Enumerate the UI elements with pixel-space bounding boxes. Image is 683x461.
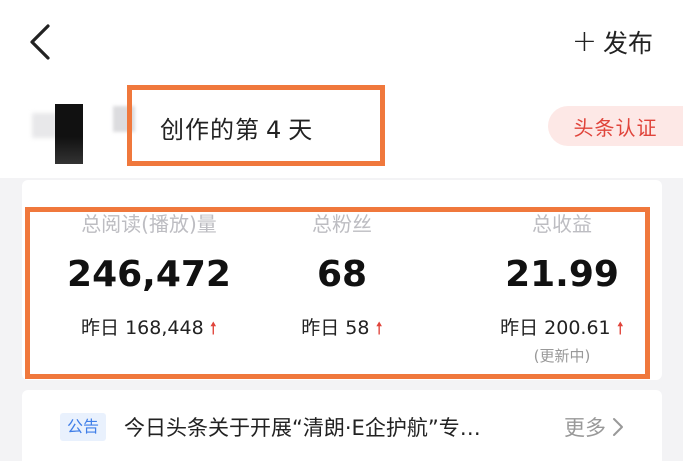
back-button[interactable] (26, 22, 56, 62)
yesterday-label: 昨日 (81, 317, 120, 339)
stat-yesterday: 昨日 168,448 🠕 (44, 313, 254, 345)
stat-yesterday: 昨日 200.61 🠕 (457, 313, 667, 345)
notice-tag: 公告 (60, 413, 107, 441)
arrow-up-icon: 🠕 (209, 319, 217, 339)
yesterday-value: 168,448 (125, 317, 204, 339)
notice-bar[interactable]: 公告 今日头条关于开展“清朗·E企护航”专… 更多 (22, 390, 662, 461)
stat-value: 246,472 (67, 254, 231, 295)
arrow-up-icon: 🠕 (375, 319, 383, 339)
days-number: 4 (266, 116, 283, 144)
publish-button[interactable]: + 发布 (572, 24, 653, 60)
stat-value: 21.99 (505, 254, 619, 295)
plus-icon: + (571, 24, 597, 59)
arrow-up-icon: 🠕 (616, 319, 624, 339)
yesterday-value: 200.61 (544, 317, 611, 339)
yesterday-label: 昨日 (500, 317, 539, 339)
top-bar: + 发布 (0, 0, 683, 88)
updating-note: (更新中) (533, 347, 591, 365)
yesterday-value: 58 (345, 317, 370, 339)
stat-label: 总收益 (532, 212, 592, 236)
chevron-right-icon (613, 418, 623, 436)
verify-badge[interactable]: 头条认证 (548, 106, 683, 146)
yesterday-label: 昨日 (301, 317, 340, 339)
stat-label: 总阅读(播放)量 (81, 212, 217, 236)
stat-yesterday: 昨日 58 🠕 (237, 313, 447, 345)
username-redacted (113, 106, 135, 132)
days-suffix: 天 (288, 116, 314, 144)
stats-card: 总阅读(播放)量 246,472 昨日 168,448 🠕 总粉丝 68 昨日 5… (22, 180, 662, 380)
stat-label: 总粉丝 (312, 212, 372, 236)
stat-value: 68 (316, 254, 368, 295)
profile-row: 创作的第 4 天 头条认证 (0, 88, 683, 178)
avatar-blur (32, 113, 57, 138)
creation-days-text: 创作的第 4 天 (160, 110, 313, 145)
chevron-left-icon (30, 24, 50, 60)
publish-label: 发布 (602, 29, 653, 58)
avatar[interactable] (55, 104, 83, 164)
days-prefix: 创作的第 (160, 116, 260, 144)
notice-text: 今日头条关于开展“清朗·E企护航”专… (124, 416, 481, 440)
more-label: 更多 (564, 416, 606, 440)
more-link[interactable]: 更多 (564, 412, 624, 442)
